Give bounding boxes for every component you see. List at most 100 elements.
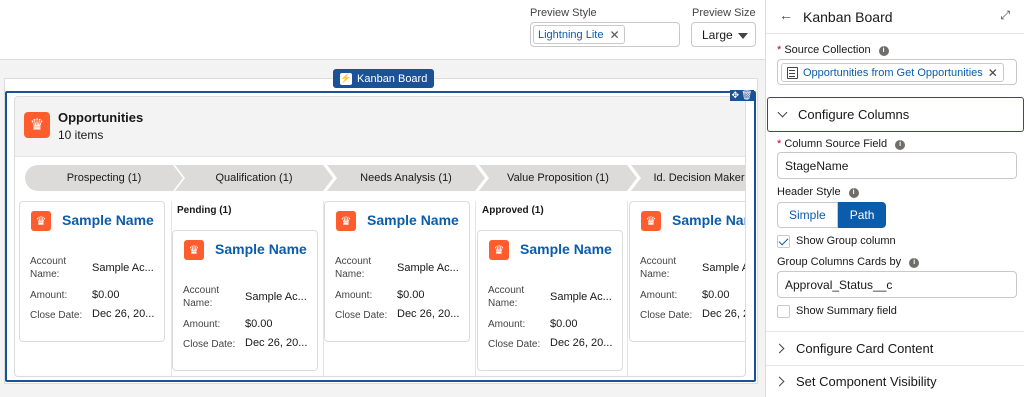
amount-value: $0.00: [550, 318, 578, 330]
amount-value: $0.00: [702, 289, 730, 301]
stage-id-decision-makers[interactable]: Id. Decision Makers (1): [631, 165, 745, 191]
record-name[interactable]: Sample Name: [672, 212, 745, 228]
kanban-card: ♛ Opportunities 10 items Prospecting (1)…: [14, 96, 746, 377]
chevron-down-icon: [738, 33, 748, 39]
close-date-value: Dec 26, 20...: [397, 308, 460, 320]
expand-icon[interactable]: ⤢: [1000, 8, 1010, 23]
preview-size-value: Large: [702, 27, 733, 42]
divider: [766, 331, 1024, 332]
header-style-path-button[interactable]: Path: [837, 202, 887, 228]
account-value: Sample Ac...: [92, 262, 154, 274]
show-group-checkbox[interactable]: [777, 235, 790, 248]
amount-label: Amount:: [335, 290, 373, 301]
info-icon[interactable]: i: [895, 139, 906, 150]
amount-label: Amount:: [640, 290, 678, 301]
record-card[interactable]: ♛ Sample Name Account Name: Sample Ac...…: [19, 201, 165, 342]
column-divider: [627, 201, 628, 376]
stage-needs-analysis[interactable]: Needs Analysis (1): [327, 165, 485, 191]
record-card[interactable]: ♛ Sample Name Account Name: Sample Ac...…: [324, 201, 470, 342]
properties-panel: ← Kanban Board ⤢ * Source Collection i O…: [765, 0, 1024, 397]
account-value: Sample Ac...: [702, 262, 745, 274]
column-source-input[interactable]: StageName: [777, 152, 1017, 179]
group-by-input[interactable]: Approval_Status__c: [777, 271, 1017, 298]
preview-style-pill[interactable]: Lightning Lite ✕: [533, 25, 625, 44]
source-collection-value: Opportunities from Get Opportunities: [803, 66, 983, 79]
record-card[interactable]: ♛ Sample Name Account Name: Sample Ac...…: [172, 230, 318, 371]
trash-icon[interactable]: 🗑: [741, 91, 752, 100]
close-date-value: Dec 26, 20...: [550, 337, 613, 349]
account-label: Account Name:: [488, 285, 525, 309]
source-collection-label: * Source Collection i: [777, 44, 889, 56]
amount-value: $0.00: [397, 289, 425, 301]
remove-icon[interactable]: ✕: [609, 28, 619, 42]
close-date-label: Close Date:: [640, 310, 693, 321]
crown-icon: ♛: [31, 211, 51, 231]
amount-label: Amount:: [30, 290, 68, 301]
panel-title: Kanban Board: [803, 9, 893, 25]
component-tag[interactable]: ⚡ Kanban Board: [333, 69, 435, 88]
required-marker: *: [777, 44, 782, 56]
stage-prospecting[interactable]: Prospecting (1): [25, 165, 183, 191]
group-by-label: Group Columns Cards by i: [777, 256, 920, 268]
info-icon[interactable]: i: [909, 257, 920, 268]
stage-qualification[interactable]: Qualification (1): [175, 165, 333, 191]
preview-style-field[interactable]: Lightning Lite ✕: [530, 22, 680, 47]
info-icon[interactable]: i: [848, 187, 859, 198]
board-title: Opportunities: [58, 110, 144, 125]
move-icon[interactable]: ✥: [732, 91, 740, 100]
close-date-label: Close Date:: [30, 310, 83, 321]
preview-style-label: Preview Style: [530, 7, 597, 19]
lightning-icon: ⚡: [340, 72, 352, 85]
source-collection-field[interactable]: Opportunities from Get Opportunities ✕: [777, 59, 1017, 85]
record-name[interactable]: Sample Name: [520, 241, 612, 257]
stage-value-proposition[interactable]: Value Proposition (1): [479, 165, 637, 191]
source-collection-pill[interactable]: Opportunities from Get Opportunities ✕: [781, 63, 1004, 82]
configure-columns-title: Configure Columns: [798, 107, 910, 122]
amount-label: Amount:: [488, 319, 526, 330]
crown-icon: ♛: [641, 211, 661, 231]
account-label: Account Name:: [183, 285, 220, 309]
preview-toolbar: Preview Style Lightning Lite ✕ Preview S…: [0, 0, 765, 60]
group-approved: Approved (1): [482, 205, 544, 216]
record-name[interactable]: Sample Name: [215, 241, 307, 257]
amount-value: $0.00: [92, 289, 120, 301]
close-date-label: Close Date:: [488, 339, 541, 350]
header-style-label: Header Style i: [777, 186, 859, 198]
close-date-value: Dec 26, 20...: [702, 308, 745, 320]
column-source-label: * Column Source Field i: [777, 138, 906, 150]
chevron-right-icon: [774, 376, 785, 387]
collection-icon: [787, 66, 798, 79]
component-tag-label: Kanban Board: [357, 72, 428, 85]
panel-header: ← Kanban Board ⤢: [766, 0, 1024, 34]
chevron-down-icon: [777, 107, 788, 118]
record-name[interactable]: Sample Name: [367, 212, 459, 228]
close-date-value: Dec 26, 20...: [245, 337, 308, 349]
configure-columns-section[interactable]: Configure Columns: [767, 97, 1024, 132]
visibility-title: Set Component Visibility: [796, 374, 937, 389]
crown-icon: ♛: [489, 240, 509, 260]
record-card[interactable]: ♛ Sample Name Account Name: Sample Ac...…: [477, 230, 623, 371]
back-arrow-icon[interactable]: ←: [779, 7, 793, 23]
header-style-toggle: Simple Path: [777, 202, 887, 228]
header-style-simple-button[interactable]: Simple: [777, 202, 838, 228]
chevron-right-icon: [774, 343, 785, 354]
component-tools[interactable]: ✥ 🗑: [730, 90, 754, 101]
required-marker: *: [777, 138, 782, 150]
record-card[interactable]: ♛ Sample Name Account Name: Sample Ac...…: [629, 201, 745, 342]
account-label: Account Name:: [640, 256, 677, 280]
record-name[interactable]: Sample Name: [62, 212, 154, 228]
account-label: Account Name:: [335, 256, 372, 280]
remove-icon[interactable]: ✕: [988, 66, 998, 80]
account-value: Sample Ac...: [550, 291, 612, 303]
info-icon[interactable]: i: [878, 45, 889, 56]
preview-style-value: Lightning Lite: [538, 28, 604, 41]
account-value: Sample Ac...: [245, 291, 307, 303]
group-pending: Pending (1): [177, 205, 232, 216]
divider: [766, 365, 1024, 366]
configure-card-title: Configure Card Content: [796, 341, 934, 356]
preview-size-select[interactable]: Large: [691, 22, 756, 47]
show-summary-checkbox[interactable]: [777, 305, 790, 318]
amount-label: Amount:: [183, 319, 221, 330]
show-group-label: Show Group column: [796, 235, 896, 247]
close-date-label: Close Date:: [183, 339, 236, 350]
